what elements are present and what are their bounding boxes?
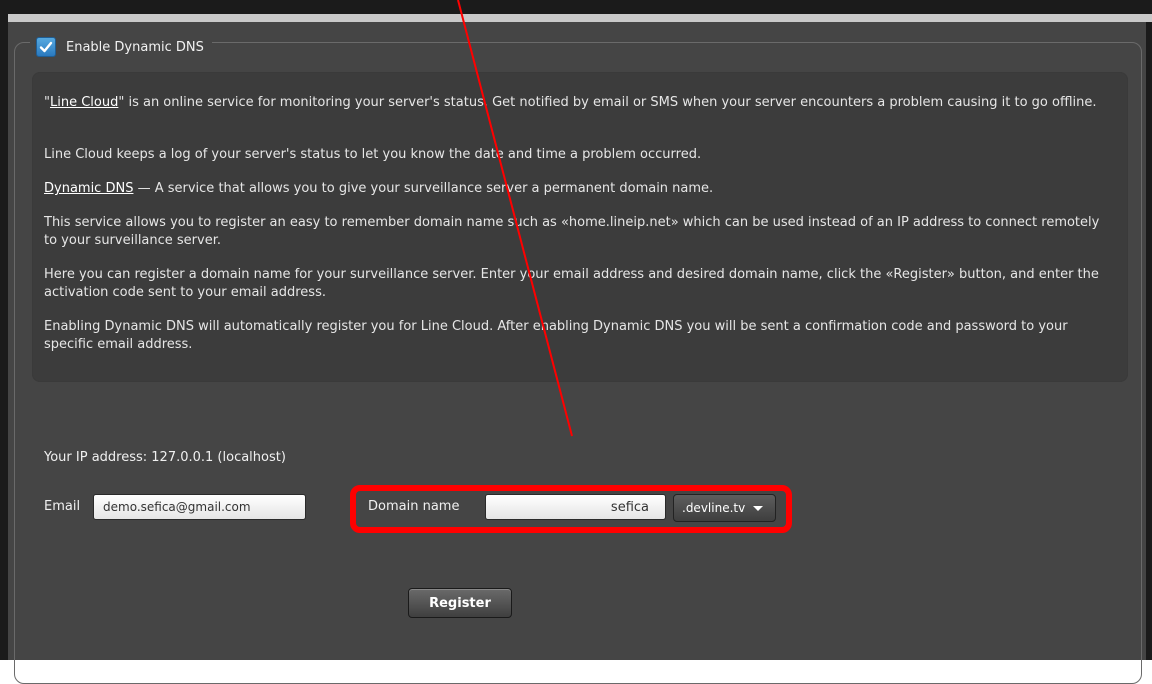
annotation-arrow <box>457 0 573 437</box>
